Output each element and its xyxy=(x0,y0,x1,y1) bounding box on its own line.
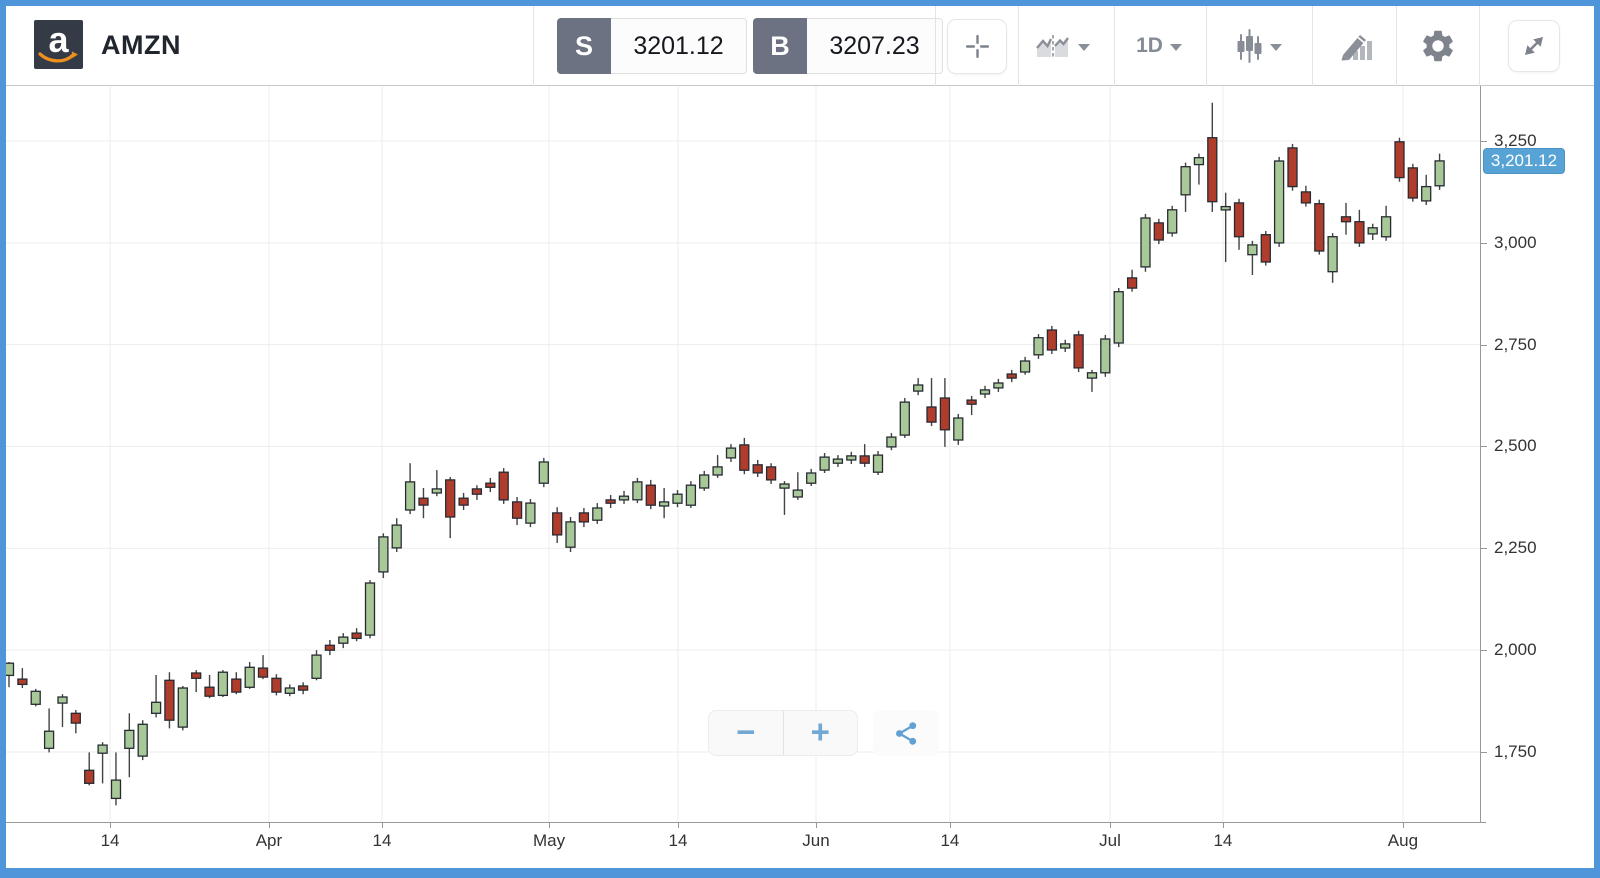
separator xyxy=(1206,6,1207,86)
amazon-logo: a xyxy=(34,19,83,69)
time-axis-label: 14 xyxy=(1213,831,1233,850)
separator xyxy=(1114,6,1115,86)
timeframe-label: 1D xyxy=(1136,34,1163,57)
time-axis-line xyxy=(6,822,1486,823)
area-chart-icon xyxy=(1035,35,1069,58)
time-axis-label: 14 xyxy=(668,831,688,850)
price-axis-label: 2,250 xyxy=(1494,538,1537,558)
chart-type-button[interactable] xyxy=(1031,6,1093,86)
axis-tick xyxy=(1481,242,1487,244)
chart-window: a AMZN S 3201.12 B 3207.23 1D 3,250 3,00… xyxy=(0,0,1600,878)
axis-tick xyxy=(815,823,817,828)
price-axis-label: 2,000 xyxy=(1494,640,1537,660)
draw-button[interactable] xyxy=(1332,6,1378,86)
time-axis-label: May xyxy=(532,831,566,850)
axis-tick xyxy=(1481,344,1487,346)
expand-button[interactable] xyxy=(1508,20,1560,72)
candle-style-button[interactable] xyxy=(1228,6,1290,86)
amazon-smile-icon xyxy=(38,51,78,63)
chevron-down-icon xyxy=(1169,44,1182,51)
share-icon xyxy=(895,721,916,745)
last-price-tag: 3,201.12 xyxy=(1483,147,1565,174)
price-axis-line xyxy=(1480,86,1481,823)
separator xyxy=(1312,6,1313,86)
time-axis-label: Jul xyxy=(1099,831,1121,850)
axis-tick xyxy=(1481,650,1487,652)
time-axis-label: Jun xyxy=(802,831,830,850)
pencil-draw-icon xyxy=(1341,35,1372,61)
time-axis-label: 14 xyxy=(940,831,960,850)
buy-price[interactable]: 3207.23 xyxy=(807,18,943,74)
time-axis-label: 14 xyxy=(372,831,392,850)
price-axis-label: 2,750 xyxy=(1494,334,1537,354)
axis-tick xyxy=(1110,823,1112,828)
chevron-down-icon xyxy=(1270,44,1282,51)
separator xyxy=(935,6,936,86)
time-axis-label: Aug xyxy=(1387,831,1419,850)
symbol-title: AMZN xyxy=(101,30,181,60)
separator xyxy=(1018,6,1019,86)
header: a AMZN S 3201.12 B 3207.23 1D xyxy=(6,6,1594,86)
timeframe-button[interactable]: 1D xyxy=(1130,6,1188,86)
axis-tick xyxy=(1481,751,1487,753)
crosshair-icon xyxy=(965,34,989,59)
sell-price[interactable]: 3201.12 xyxy=(611,18,747,74)
zoom-out-button[interactable]: − xyxy=(709,711,783,755)
price-axis-label: 1,750 xyxy=(1494,741,1537,761)
axis-tick xyxy=(268,823,270,828)
settings-button[interactable] xyxy=(1418,6,1458,86)
price-axis-label: 2,500 xyxy=(1494,436,1537,456)
chevron-down-icon xyxy=(1077,44,1090,51)
crosshair-button[interactable] xyxy=(947,19,1007,74)
price-axis-label: 3,000 xyxy=(1494,232,1537,252)
zoom-controls: − + xyxy=(708,710,858,756)
axis-tick xyxy=(1481,141,1487,142)
separator xyxy=(1479,6,1480,86)
separator xyxy=(1396,6,1397,86)
axis-tick xyxy=(1481,446,1487,448)
expand-icon xyxy=(1525,37,1543,55)
candlesticks-icon xyxy=(1237,29,1262,63)
axis-tick xyxy=(949,823,951,828)
buy-group: B 3207.23 xyxy=(753,18,943,74)
buy-button[interactable]: B xyxy=(753,18,807,74)
axis-tick xyxy=(1402,823,1404,828)
separator xyxy=(533,6,534,86)
axis-tick xyxy=(677,823,679,828)
gear-icon xyxy=(1423,30,1453,62)
axis-tick xyxy=(382,823,384,828)
time-axis-label: Apr xyxy=(255,831,283,850)
sell-group: S 3201.12 xyxy=(557,18,747,74)
share-button[interactable] xyxy=(873,710,939,756)
axis-tick xyxy=(1481,548,1487,550)
axis-tick xyxy=(549,823,551,828)
sell-button[interactable]: S xyxy=(557,18,611,74)
axis-tick xyxy=(1222,823,1224,828)
axis-tick xyxy=(110,823,112,828)
time-axis-label: 14 xyxy=(100,831,120,850)
zoom-in-button[interactable]: + xyxy=(784,711,858,755)
